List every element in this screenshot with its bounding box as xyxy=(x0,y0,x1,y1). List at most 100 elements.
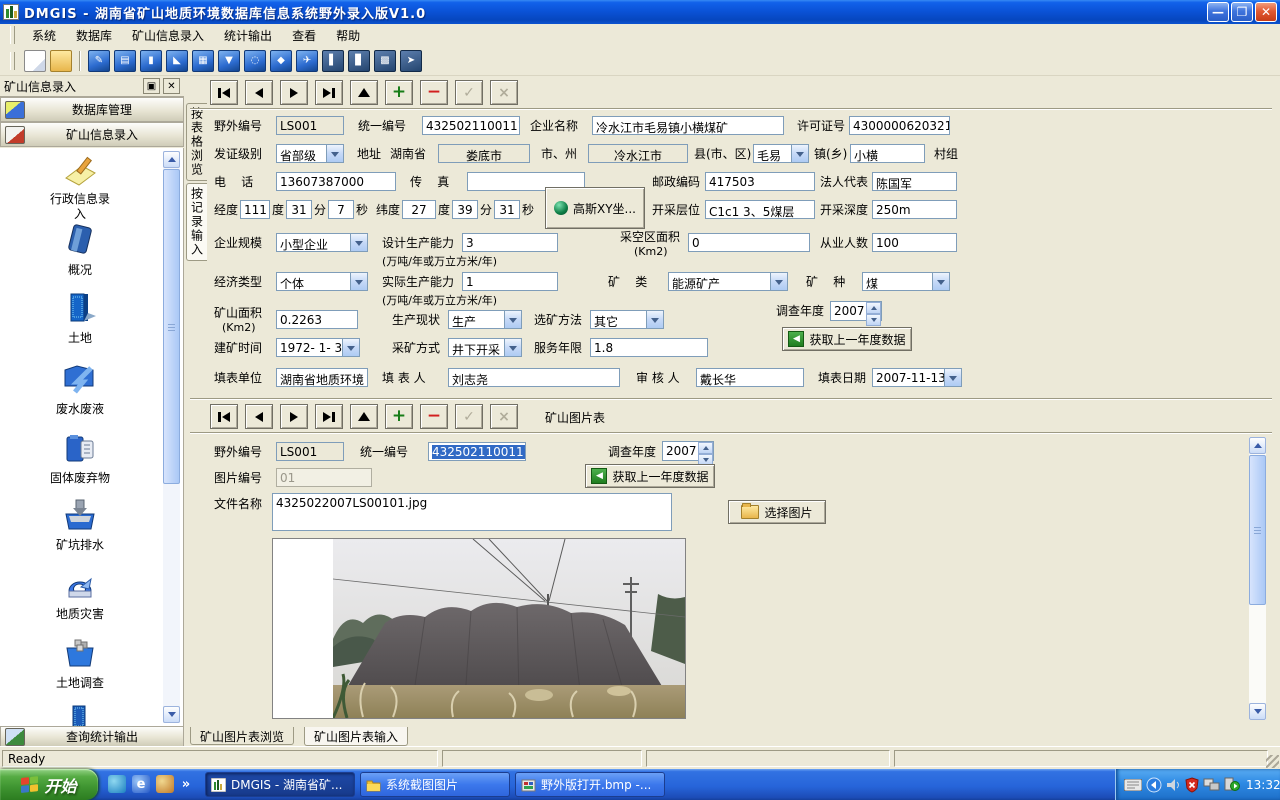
nav-last-button[interactable] xyxy=(315,80,343,105)
pic-no-input[interactable]: 01 xyxy=(276,468,372,487)
design-capacity-input[interactable]: 3 xyxy=(462,233,558,252)
taskbar-task-paint[interactable]: 野外版打开.bmp -... xyxy=(515,772,665,797)
drainage-icon[interactable]: ▼ xyxy=(218,50,240,72)
pic-nav-confirm-button[interactable]: ✓ xyxy=(455,404,483,429)
license-input[interactable]: 4300000620321 xyxy=(849,116,950,135)
quicklaunch-chevron-icon[interactable]: » xyxy=(180,775,192,793)
sidebar-group-mine-entry[interactable]: 矿山信息录入 xyxy=(0,122,184,147)
mining-depth-input[interactable]: 250m xyxy=(872,200,957,219)
cert-level-combo[interactable]: 省部级 xyxy=(276,144,344,163)
land-icon[interactable]: ▮ xyxy=(140,50,162,72)
lon-sec-input[interactable]: 7 xyxy=(328,200,354,219)
mining-method-combo[interactable]: 井下开采 xyxy=(448,338,522,357)
mineral-kind-combo[interactable]: 煤 xyxy=(862,272,950,291)
sidebar-group-query-output[interactable]: 查询统计输出 xyxy=(0,726,184,747)
city-input[interactable]: 娄底市 xyxy=(438,144,530,163)
overview-icon[interactable]: ▤ xyxy=(114,50,136,72)
pic-nav-last-button[interactable] xyxy=(315,404,343,429)
nav-add-button[interactable]: + xyxy=(385,80,413,105)
filler-input[interactable]: 刘志尧 xyxy=(448,368,620,387)
buildings-icon[interactable]: ▊ xyxy=(348,50,370,72)
pic-nav-delete-button[interactable]: − xyxy=(420,404,448,429)
built-time-combo[interactable]: 1972- 1- 3 xyxy=(276,338,360,357)
sidebar-item-wastewater[interactable]: 废水废液 xyxy=(0,360,160,417)
mineral-class-combo[interactable]: 能源矿产 xyxy=(668,272,788,291)
sidebar-group-database[interactable]: 数据库管理 xyxy=(0,97,184,122)
sidebar-item-land-survey[interactable]: 土地调查 xyxy=(0,636,160,691)
volume-tray-icon[interactable] xyxy=(1166,778,1181,792)
form-date-combo[interactable]: 2007-11-13 xyxy=(872,368,962,387)
sidebar-item-geo-disaster[interactable]: 地质灾害 xyxy=(0,567,160,622)
nav-delete-button[interactable]: − xyxy=(420,80,448,105)
spin-up-icon[interactable] xyxy=(866,302,881,314)
pic-nav-next-button[interactable] xyxy=(280,404,308,429)
pic-nav-prev-button[interactable] xyxy=(245,404,273,429)
get-prev-year-button[interactable]: ◀获取上一年度数据 xyxy=(782,327,912,351)
new-file-icon[interactable] xyxy=(24,50,46,72)
choose-picture-button[interactable]: 选择图片 xyxy=(728,500,826,524)
file-name-input[interactable]: 4325022007LS00101.jpg xyxy=(272,493,672,531)
toolbar-grip[interactable] xyxy=(10,52,15,70)
benef-method-combo[interactable]: 其它 xyxy=(590,310,664,329)
postcode-input[interactable]: 417503 xyxy=(705,172,815,191)
quicklaunch-messenger-icon[interactable] xyxy=(108,775,126,793)
form-unit-input[interactable]: 湖南省地质环境 xyxy=(276,368,368,387)
language-bar-icon[interactable] xyxy=(1146,777,1162,793)
pic-get-prev-year-button[interactable]: ◀获取上一年度数据 xyxy=(585,464,715,488)
wastewater-icon[interactable]: ◣ xyxy=(166,50,188,72)
security-shield-icon[interactable] xyxy=(1185,777,1199,793)
menu-view[interactable]: 查看 xyxy=(282,25,326,46)
restore-button[interactable]: ❐ xyxy=(1231,2,1253,22)
taskbar-task-folder[interactable]: 系统截图图片 xyxy=(360,772,510,797)
pic-field-no-input[interactable]: LS001 xyxy=(276,442,344,461)
actual-capacity-input[interactable]: 1 xyxy=(462,272,558,291)
mining-layer-input[interactable]: C1c1 3、5煤层 xyxy=(705,200,815,219)
gauss-xy-button[interactable]: 高斯XY坐... xyxy=(545,187,645,229)
nav-first-button[interactable] xyxy=(210,80,238,105)
quicklaunch-ie-icon[interactable]: e xyxy=(132,775,150,793)
menu-grip[interactable] xyxy=(10,26,15,44)
pic-nav-first-button[interactable] xyxy=(210,404,238,429)
company-input[interactable]: 冷水江市毛易镇小横煤矿 xyxy=(592,116,784,135)
nav-cancel-button[interactable]: × xyxy=(490,80,518,105)
pic-year-spinner[interactable]: 2007 xyxy=(662,441,714,461)
picture-scroll-thumb[interactable] xyxy=(1249,455,1266,605)
menu-system[interactable]: 系统 xyxy=(22,25,66,46)
tab-picture-input[interactable]: 矿山图片表输入 xyxy=(304,727,408,746)
sidebar-item-pit-drainage[interactable]: 矿坑排水 xyxy=(0,498,160,553)
minimize-button[interactable]: — xyxy=(1207,2,1229,22)
prefecture-input[interactable]: 冷水江市 xyxy=(588,144,688,163)
county-combo[interactable]: 毛易 xyxy=(753,144,809,163)
workers-input[interactable]: 100 xyxy=(872,233,957,252)
menu-help[interactable]: 帮助 xyxy=(326,25,370,46)
menu-mine-info-entry[interactable]: 矿山信息录入 xyxy=(122,25,214,46)
prod-status-combo[interactable]: 生产 xyxy=(448,310,522,329)
resize-grip[interactable] xyxy=(1266,755,1279,768)
network-tray-icon[interactable] xyxy=(1203,778,1220,792)
survey-year-spinner[interactable]: 2007 xyxy=(830,301,882,321)
start-button[interactable]: 开始 xyxy=(0,769,98,800)
picture-scroll-down[interactable] xyxy=(1249,703,1266,720)
sidebar-item-land[interactable]: 土地 xyxy=(0,291,160,346)
subsidence-icon[interactable]: ✈ xyxy=(296,50,318,72)
lon-min-input[interactable]: 31 xyxy=(286,200,312,219)
admin-entry-icon[interactable]: ✎ xyxy=(88,50,110,72)
sidebar-scroll-thumb[interactable] xyxy=(163,169,180,484)
sidebar-item-solid-waste[interactable]: 固体废弃物 xyxy=(0,431,160,486)
lon-deg-input[interactable]: 111 xyxy=(240,200,270,219)
sidebar-item-admin-entry[interactable]: 行政信息录 入 xyxy=(0,156,160,222)
spin-up-icon[interactable] xyxy=(698,442,713,454)
update-tray-icon[interactable] xyxy=(1224,777,1240,792)
unified-no-input[interactable]: 43250211001113 xyxy=(422,116,520,135)
sidebar-scroll-up[interactable] xyxy=(163,151,180,168)
survey-icon[interactable]: ◆ xyxy=(270,50,292,72)
picture-scroll-up[interactable] xyxy=(1249,437,1266,454)
tab-picture-browse[interactable]: 矿山图片表浏览 xyxy=(190,727,294,745)
tab-table-browse[interactable]: 按表格浏览 xyxy=(186,103,207,181)
pin-icon[interactable]: ▣ xyxy=(143,78,160,94)
auditor-input[interactable]: 戴长华 xyxy=(696,368,804,387)
nav-next-button[interactable] xyxy=(280,80,308,105)
menu-database[interactable]: 数据库 xyxy=(66,25,122,46)
taskbar-task-dmgis[interactable]: DMGIS - 湖南省矿... xyxy=(205,772,355,797)
tab-record-input[interactable]: 按记录输入 xyxy=(186,183,207,261)
